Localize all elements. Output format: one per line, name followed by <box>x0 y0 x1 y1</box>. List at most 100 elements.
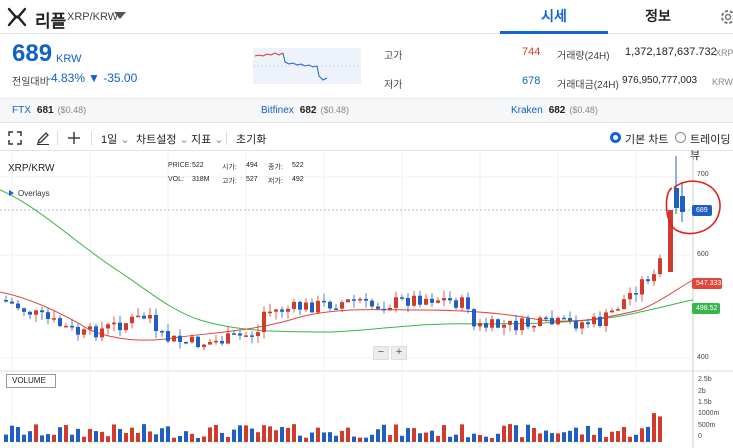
exchange-bitfinex[interactable]: Bitfinex 682 ($0.48) <box>261 105 349 116</box>
pair-dropdown-icon[interactable] <box>114 12 126 19</box>
candlestick-chart-area[interactable] <box>0 152 733 448</box>
candle-body <box>400 297 404 299</box>
candle-body <box>448 298 452 301</box>
reset-button[interactable]: 초기화 <box>236 131 266 147</box>
volume-24h-value: 1,372,187,637.732 <box>625 46 717 58</box>
volume-bar <box>574 427 578 442</box>
candle-body <box>4 300 8 302</box>
volume-bar <box>208 427 212 442</box>
volume-bar <box>616 431 620 442</box>
candlestick-chart[interactable] <box>0 152 733 448</box>
zoom-out-button[interactable]: − <box>373 346 389 360</box>
candle-body <box>208 342 212 345</box>
volume-bar <box>598 427 602 442</box>
volume-bar <box>532 428 536 442</box>
candle-body <box>592 316 596 325</box>
volume-bar <box>232 429 236 442</box>
volume-bar <box>82 436 86 442</box>
interval-dropdown[interactable]: 1일 ⌄ <box>101 131 130 147</box>
change-percent: -4.83% <box>47 71 86 85</box>
gear-icon[interactable] <box>718 7 733 27</box>
volume-bar <box>136 432 140 442</box>
info-close-value: 522 <box>292 162 304 169</box>
volume-bar <box>364 437 368 442</box>
top-bar: 리플 XRP/KRW 시세 정보 <box>0 0 733 34</box>
candle-body <box>622 299 626 310</box>
candle-body <box>58 318 62 327</box>
price-axis-label: 400 <box>697 354 709 361</box>
volume-bar <box>502 425 506 442</box>
candle-body <box>106 324 110 329</box>
volume-bar <box>496 433 500 442</box>
candle-body <box>616 309 620 311</box>
indicators-dropdown[interactable]: 지표 ⌄ <box>191 131 224 147</box>
coin-pair[interactable]: XRP/KRW <box>67 11 118 23</box>
volume-bar <box>106 436 110 442</box>
exchange-price: 682 <box>548 105 566 116</box>
candle-body <box>40 310 44 313</box>
exchange-usd: ($0.48) <box>57 105 87 115</box>
amount-24h-unit: KRW <box>712 77 733 87</box>
exchange-kraken[interactable]: Kraken 682 ($0.48) <box>511 105 598 116</box>
volume-bar <box>256 432 260 442</box>
candle-body <box>574 320 578 329</box>
indicators-label: 지표 <box>191 134 212 146</box>
exchange-ftx[interactable]: FTX 681 ($0.48) <box>12 105 86 116</box>
info-open-label: 시가: <box>222 164 237 171</box>
tab-info[interactable]: 정보 <box>608 0 708 34</box>
chart-toolbar: 1일 ⌄ 차트설정 ⌄ 지표 ⌄ 초기화 기본 차트 트레이딩뷰 <box>0 125 733 162</box>
candle-body <box>298 301 302 310</box>
volume-bar <box>556 433 560 442</box>
fullscreen-icon[interactable] <box>7 130 23 146</box>
candle-body <box>358 298 362 301</box>
candle-body <box>88 326 92 330</box>
volume-bar <box>544 430 548 442</box>
volume-bar <box>622 426 626 442</box>
chevron-down-icon: ⌄ <box>176 134 189 146</box>
low-label: 저가 <box>384 80 403 91</box>
basic-chart-label[interactable]: 기본 차트 <box>625 131 669 147</box>
volume-bar <box>94 431 98 442</box>
xrp-logo-icon <box>7 7 27 27</box>
volume-bar <box>340 430 344 442</box>
volume-bar <box>286 427 290 442</box>
chart-settings-dropdown[interactable]: 차트설정 ⌄ <box>136 131 189 147</box>
pencil-icon[interactable] <box>35 130 51 146</box>
volume-bar <box>76 428 80 442</box>
change-value: ▼ -35.00 <box>88 71 138 85</box>
volume-bar <box>370 434 374 442</box>
high-value: 744 <box>522 46 541 58</box>
volume-bar <box>514 425 518 442</box>
candle-body <box>382 308 386 311</box>
candle-body <box>634 293 638 295</box>
info-vol-value: 318M <box>192 176 210 183</box>
candle-body <box>292 301 296 309</box>
volume-bar <box>46 434 50 442</box>
candle-body <box>436 300 440 303</box>
volume-bar <box>130 427 134 442</box>
price-axis-label: 600 <box>697 251 709 258</box>
current-price: 689 <box>12 40 53 67</box>
volume-bar <box>550 433 554 442</box>
candle-body <box>274 309 278 312</box>
candle-body <box>514 320 518 331</box>
volume-bar <box>262 425 266 442</box>
zoom-in-button[interactable]: + <box>391 346 407 360</box>
tab-market[interactable]: 시세 <box>500 0 608 34</box>
candle-body <box>28 311 32 315</box>
candle-body <box>16 303 20 309</box>
crosshair-icon[interactable] <box>66 130 82 146</box>
tradingview-radio[interactable] <box>675 132 686 143</box>
candle-body <box>580 322 584 329</box>
volume-bar <box>100 431 104 442</box>
volume-bar <box>634 434 638 442</box>
basic-chart-radio[interactable] <box>610 132 621 143</box>
candle-body <box>256 332 260 337</box>
volume-bar <box>16 427 20 442</box>
candle-body <box>628 293 632 300</box>
info-price-label: PRICE: <box>168 162 192 169</box>
candle-body <box>376 306 380 309</box>
overlays-toggle[interactable]: Overlays <box>9 189 50 198</box>
candle-body <box>226 333 230 344</box>
volume-bar <box>190 433 194 442</box>
